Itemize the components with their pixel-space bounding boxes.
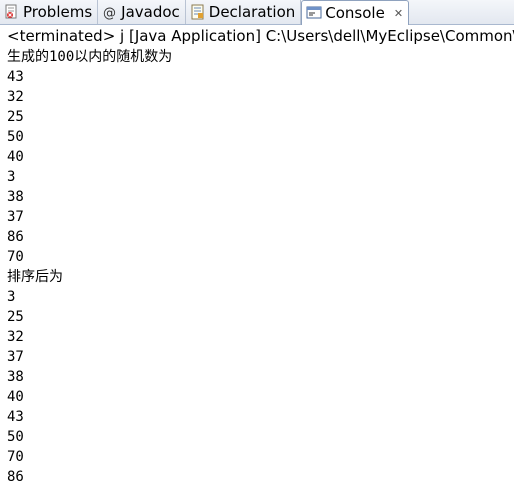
- console-line: 3: [7, 289, 16, 305]
- console-line: 38: [7, 189, 24, 205]
- console-status-line: <terminated> j [Java Application] C:\Use…: [0, 25, 514, 47]
- console-line: 3: [7, 169, 16, 185]
- tab-problems[interactable]: Problems: [0, 0, 99, 24]
- console-line: 25: [7, 109, 24, 125]
- console-line: 70: [7, 449, 24, 465]
- tab-javadoc[interactable]: @ Javadoc: [98, 0, 186, 24]
- svg-text:@: @: [103, 6, 116, 20]
- console-line: 40: [7, 389, 24, 405]
- console-output[interactable]: 生成的100以内的随机数为 43 32 25 50 40 3 38 37 86 70 排序后为 3 25 3…: [0, 47, 514, 494]
- tab-console-label: Console: [325, 4, 385, 22]
- console-line: 32: [7, 89, 24, 105]
- console-line: 32: [7, 329, 24, 345]
- console-line: 43: [7, 69, 24, 85]
- declaration-icon: [190, 4, 206, 20]
- console-line: 40: [7, 149, 24, 165]
- problems-icon: [4, 4, 20, 20]
- console-line: 25: [7, 309, 24, 325]
- tab-problems-label: Problems: [23, 3, 93, 21]
- javadoc-icon: @: [102, 4, 118, 20]
- console-line: 86: [7, 229, 24, 245]
- console-line: 50: [7, 129, 24, 145]
- console-icon: [306, 5, 322, 21]
- close-icon[interactable]: ✕: [394, 8, 403, 19]
- view-tab-bar: Problems @ Javadoc Declaration Console ✕: [0, 0, 514, 25]
- console-line: 50: [7, 429, 24, 445]
- console-line: 37: [7, 209, 24, 225]
- tab-javadoc-label: Javadoc: [121, 3, 180, 21]
- console-line: 37: [7, 349, 24, 365]
- console-line: 86: [7, 469, 24, 485]
- tab-declaration-label: Declaration: [208, 3, 296, 21]
- console-line: 生成的100以内的随机数为: [7, 49, 173, 65]
- console-line: 70: [7, 249, 24, 265]
- console-line: 43: [7, 409, 24, 425]
- console-line: 排序后为: [7, 269, 63, 285]
- tab-declaration[interactable]: Declaration: [186, 0, 302, 24]
- tab-console[interactable]: Console ✕: [301, 0, 410, 25]
- console-line: 38: [7, 369, 24, 385]
